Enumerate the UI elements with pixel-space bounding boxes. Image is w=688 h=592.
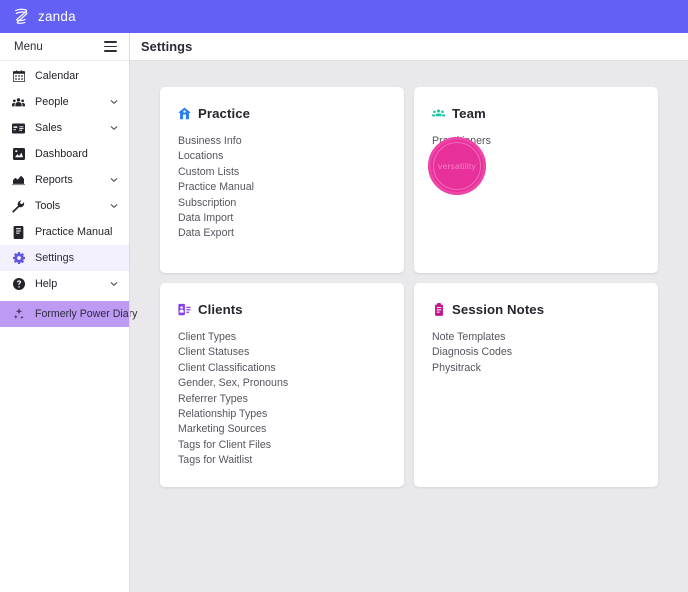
app-window: zanda Menu Calendar People Sales Dashboa… xyxy=(0,0,688,592)
settings-link[interactable]: Users xyxy=(432,149,460,164)
chevron-down-icon[interactable] xyxy=(109,176,119,184)
sidebar-item-label: Reports xyxy=(35,174,73,186)
team-people-icon xyxy=(432,107,445,120)
people-icon xyxy=(11,96,26,109)
sidebar-item-label: Help xyxy=(35,278,58,290)
sidebar-item-label: Sales xyxy=(35,122,63,134)
book-icon xyxy=(11,225,26,239)
card-title: Session Notes xyxy=(452,302,545,317)
sidebar-item-label: Tools xyxy=(35,200,61,212)
home-icon xyxy=(178,107,191,120)
settings-link[interactable]: Relationship Types xyxy=(178,407,267,422)
zanda-z-logo-icon xyxy=(15,8,28,24)
settings-link[interactable]: Tags for Waitlist xyxy=(178,453,252,468)
card-title: Practice xyxy=(198,106,251,121)
sidebar-nav: Calendar People Sales Dashboard Reports … xyxy=(0,61,137,327)
sidebar-item-tools[interactable]: Tools xyxy=(0,193,129,219)
chevron-down-icon[interactable] xyxy=(109,124,119,132)
sidebar-item-calendar[interactable]: Calendar xyxy=(0,63,129,89)
card-header: Practice xyxy=(178,106,386,121)
settings-link[interactable]: Marketing Sources xyxy=(178,422,266,437)
main-content: Settings Practice Business Info Location… xyxy=(130,33,688,592)
card-header: Team xyxy=(432,106,640,121)
chevron-down-icon[interactable] xyxy=(109,98,119,106)
sidebar-menu-label: Menu xyxy=(14,40,43,53)
card-title: Team xyxy=(452,106,486,121)
card-link-list: Note Templates Diagnosis Codes Physitrac… xyxy=(432,330,640,376)
sidebar-item-label: Settings xyxy=(35,252,75,264)
settings-link[interactable]: Subscription xyxy=(178,196,236,211)
settings-link[interactable]: Locations xyxy=(178,149,223,164)
settings-link[interactable]: Tags for Client Files xyxy=(178,438,271,453)
sidebar-item-label: Calendar xyxy=(35,70,79,82)
hamburger-bar xyxy=(104,50,117,52)
settings-card-session-notes: Session Notes Note Templates Diagnosis C… xyxy=(414,283,658,487)
sidebar-item-reports[interactable]: Reports xyxy=(0,167,129,193)
settings-card-grid: Practice Business Info Locations Custom … xyxy=(160,87,658,487)
sidebar-item-people[interactable]: People xyxy=(0,89,129,115)
app-body: Menu Calendar People Sales Dashboard Rep… xyxy=(0,33,688,592)
sidebar-item-practice-manual[interactable]: Practice Manual xyxy=(0,219,129,245)
settings-link[interactable]: Note Templates xyxy=(432,330,505,345)
hamburger-bar xyxy=(104,41,117,43)
brand-name: zanda xyxy=(38,9,76,24)
sidebar-item-formerly-power-diary[interactable]: Formerly Power Diary xyxy=(0,301,137,327)
settings-link[interactable]: Diagnosis Codes xyxy=(432,345,512,360)
card-link-list: Practitioners Users xyxy=(432,134,640,165)
sidebar-item-label: People xyxy=(35,96,69,108)
sidebar-item-label: Dashboard xyxy=(35,148,88,160)
settings-card-practice: Practice Business Info Locations Custom … xyxy=(160,87,404,273)
hamburger-icon[interactable] xyxy=(104,41,117,52)
settings-link[interactable]: Custom Lists xyxy=(178,165,239,180)
settings-link[interactable]: Client Classifications xyxy=(178,361,276,376)
dashboard-icon xyxy=(11,148,26,160)
settings-card-team: Team Practitioners Users versatility xyxy=(414,87,658,273)
reports-chart-icon xyxy=(11,174,26,186)
card-title: Clients xyxy=(198,302,243,317)
chevron-down-icon[interactable] xyxy=(109,280,119,288)
settings-link[interactable]: Data Import xyxy=(178,211,233,226)
wrench-icon xyxy=(11,199,26,213)
brand-logo[interactable]: zanda xyxy=(11,7,76,27)
settings-link[interactable]: Practitioners xyxy=(432,134,491,149)
sidebar-item-label: Formerly Power Diary xyxy=(35,308,138,320)
settings-link[interactable]: Physitrack xyxy=(432,361,481,376)
sidebar-divider xyxy=(129,33,130,592)
settings-card-clients: Clients Client Types Client Statuses Cli… xyxy=(160,283,404,487)
sparkle-icon xyxy=(11,307,26,321)
gear-icon xyxy=(11,252,26,264)
settings-content: Practice Business Info Locations Custom … xyxy=(130,61,688,592)
sidebar-item-label: Practice Manual xyxy=(35,226,113,238)
page-header: Settings xyxy=(130,33,688,61)
card-link-list: Business Info Locations Custom Lists Pra… xyxy=(178,134,386,242)
settings-link[interactable]: Referrer Types xyxy=(178,392,248,407)
sidebar-item-help[interactable]: Help xyxy=(0,271,129,297)
settings-link[interactable]: Gender, Sex, Pronouns xyxy=(178,376,288,391)
sidebar-item-settings[interactable]: Settings xyxy=(0,245,129,271)
chevron-down-icon[interactable] xyxy=(109,202,119,210)
sidebar: Menu Calendar People Sales Dashboard Rep… xyxy=(0,33,137,592)
top-brand-bar: zanda xyxy=(0,0,688,33)
settings-link[interactable]: Client Types xyxy=(178,330,236,345)
card-header: Session Notes xyxy=(432,302,640,317)
settings-link[interactable]: Data Export xyxy=(178,226,234,241)
sidebar-header: Menu xyxy=(0,33,129,61)
page-title: Settings xyxy=(141,39,193,54)
settings-link[interactable]: Business Info xyxy=(178,134,242,149)
sales-card-icon xyxy=(11,122,26,135)
hamburger-bar xyxy=(104,45,117,48)
question-circle-icon xyxy=(11,278,26,290)
clients-id-icon xyxy=(178,303,191,316)
sidebar-item-dashboard[interactable]: Dashboard xyxy=(0,141,129,167)
note-tag-icon xyxy=(432,303,445,316)
sidebar-item-sales[interactable]: Sales xyxy=(0,115,129,141)
settings-link[interactable]: Client Statuses xyxy=(178,345,249,360)
card-link-list: Client Types Client Statuses Client Clas… xyxy=(178,330,386,469)
settings-link[interactable]: Practice Manual xyxy=(178,180,254,195)
card-header: Clients xyxy=(178,302,386,317)
calendar-icon xyxy=(11,70,26,82)
